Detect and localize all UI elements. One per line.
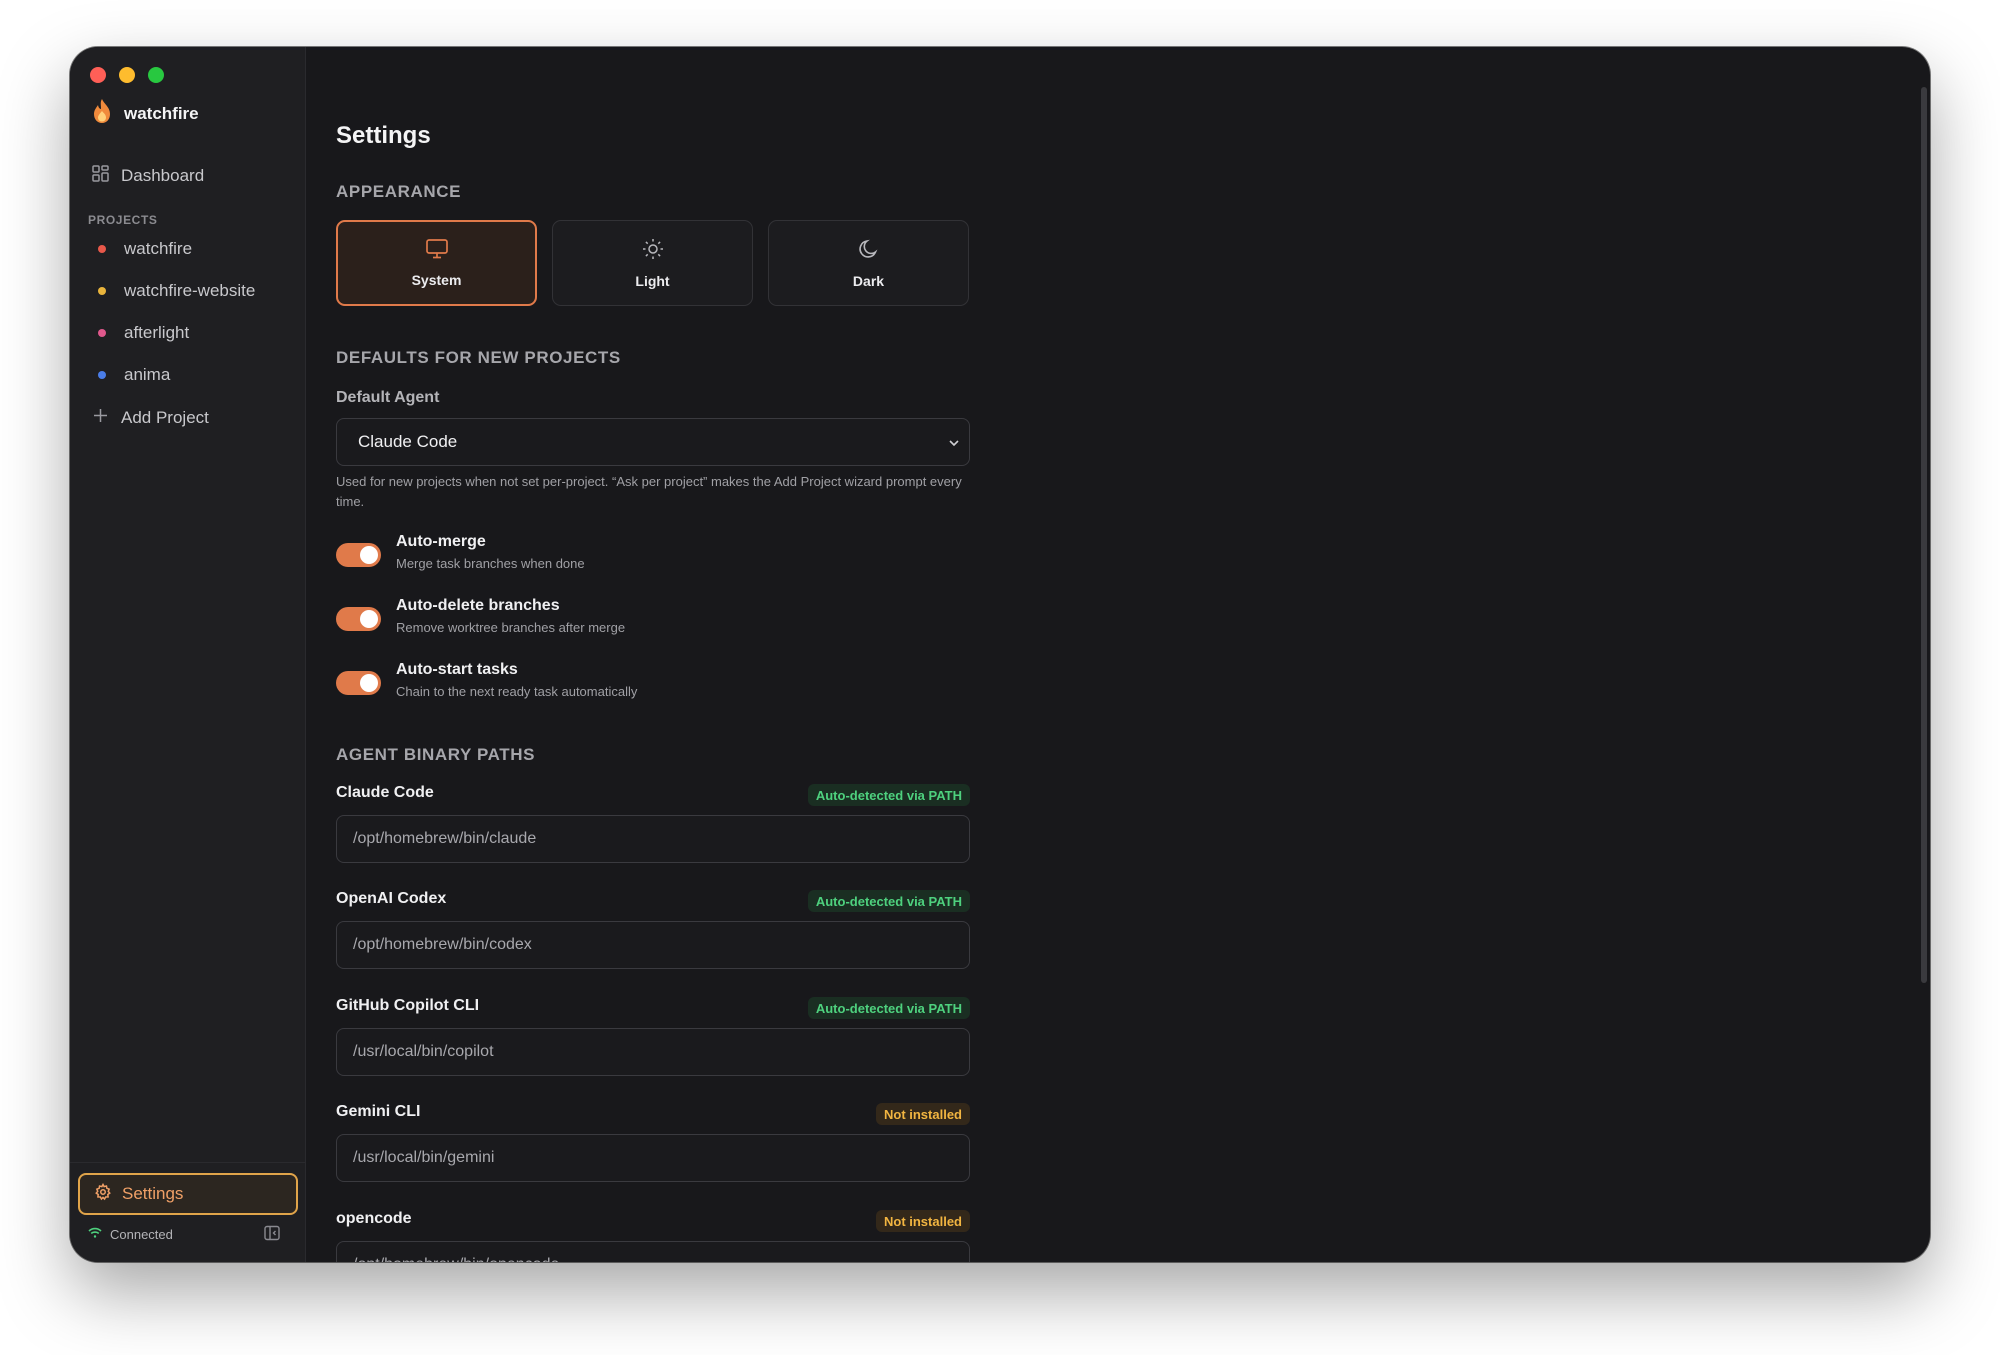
close-window-button[interactable] (90, 67, 106, 83)
settings-page: Settings APPEARANCE System Light Dark DE… (306, 47, 1930, 1262)
app-window: watchfire Dashboard PROJECTS watchfire w… (70, 47, 1930, 1262)
status-badge: Not installed (875, 1210, 970, 1232)
status-text: Connected (110, 1227, 173, 1242)
moon-icon (858, 238, 880, 263)
toggle-subtitle: Merge task branches when done (396, 556, 585, 571)
flame-logo-icon (92, 98, 112, 129)
projects-section-label: PROJECTS (88, 213, 158, 227)
page-title: Settings (336, 122, 431, 149)
status-badge: Auto-detected via PATH (807, 890, 970, 912)
scrollbar[interactable] (1921, 87, 1927, 983)
brand: watchfire (92, 98, 199, 129)
agent-name: OpenAI Codex (336, 890, 447, 907)
connection-status: Connected (88, 1227, 173, 1242)
grid-icon (92, 165, 109, 187)
appearance-heading: APPEARANCE (336, 182, 462, 201)
toggle-title: Auto-start tasks (396, 661, 518, 678)
status-badge: Not installed (875, 1103, 970, 1125)
wifi-icon (88, 1227, 102, 1242)
status-badge: Auto-detected via PATH (807, 997, 970, 1019)
sidebar-item-label: afterlight (124, 323, 190, 342)
theme-option-dark[interactable]: Dark (768, 220, 969, 306)
sidebar-item-label: anima (124, 365, 171, 384)
agent-path-input[interactable]: /opt/homebrew/bin/opencode (336, 1241, 970, 1262)
auto-delete-branches-toggle[interactable] (336, 607, 381, 631)
settings-label: Settings (122, 1184, 184, 1203)
gear-icon (94, 1182, 112, 1206)
agent-name: Gemini CLI (336, 1103, 421, 1120)
plus-icon (92, 407, 109, 429)
theme-option-label: Light (635, 272, 670, 289)
auto-merge-setting: Auto-merge Merge task branches when done (336, 533, 976, 579)
add-project-label: Add Project (121, 408, 209, 427)
auto-start-tasks-setting: Auto-start tasks Chain to the next ready… (336, 661, 976, 707)
auto-merge-toggle[interactable] (336, 543, 381, 567)
project-color-dot (98, 329, 106, 337)
sidebar-item-label: Dashboard (121, 166, 205, 185)
monitor-icon (425, 238, 448, 262)
sidebar-item-project[interactable]: watchfire (92, 239, 192, 259)
theme-option-label: System (411, 271, 462, 288)
defaults-heading: DEFAULTS FOR NEW PROJECTS (336, 348, 621, 367)
default-agent-help: Used for new projects when not set per-p… (336, 474, 962, 509)
brand-name: watchfire (124, 103, 199, 123)
sidebar-item-project[interactable]: afterlight (92, 323, 189, 343)
divider (70, 1162, 306, 1163)
toggle-subtitle: Remove worktree branches after merge (396, 620, 626, 635)
project-color-dot (98, 287, 106, 295)
sidebar: watchfire Dashboard PROJECTS watchfire w… (70, 47, 306, 1262)
agent-path-input[interactable]: /usr/local/bin/copilot (336, 1028, 970, 1076)
agent-name: opencode (336, 1210, 412, 1227)
sidebar-item-settings[interactable]: Settings (78, 1173, 298, 1215)
agent-name: Claude Code (336, 784, 434, 801)
sun-icon (642, 238, 664, 263)
sidebar-item-project[interactable]: watchfire-website (92, 281, 255, 301)
agent-path-input[interactable]: /opt/homebrew/bin/codex (336, 921, 970, 969)
minimize-window-button[interactable] (119, 67, 135, 83)
agent-path-input[interactable]: /usr/local/bin/gemini (336, 1134, 970, 1182)
zoom-window-button[interactable] (148, 67, 164, 83)
status-badge: Auto-detected via PATH (807, 784, 970, 806)
default-agent-label: Default Agent (336, 389, 440, 406)
window-controls (90, 67, 164, 83)
sidebar-item-project[interactable]: anima (92, 365, 170, 385)
agent-path-input[interactable]: /opt/homebrew/bin/claude (336, 815, 970, 863)
toggle-knob (360, 546, 378, 564)
theme-option-light[interactable]: Light (552, 220, 753, 306)
toggle-title: Auto-merge (396, 533, 486, 550)
chevron-down-icon (947, 435, 961, 455)
default-agent-select[interactable]: Claude Code (336, 418, 970, 466)
sidebar-item-dashboard[interactable]: Dashboard (92, 165, 204, 187)
sidebar-item-label: watchfire-website (124, 281, 256, 300)
toggle-knob (360, 610, 378, 628)
project-color-dot (98, 245, 106, 253)
add-project-button[interactable]: Add Project (92, 407, 209, 429)
toggle-title: Auto-delete branches (396, 597, 560, 614)
auto-delete-branches-setting: Auto-delete branches Remove worktree bra… (336, 597, 976, 643)
toggle-knob (360, 674, 378, 692)
theme-option-system[interactable]: System (336, 220, 537, 306)
default-agent-value: Claude Code (358, 432, 458, 451)
sidebar-item-label: watchfire (124, 239, 193, 258)
project-color-dot (98, 371, 106, 379)
theme-option-label: Dark (852, 272, 885, 289)
toggle-subtitle: Chain to the next ready task automatical… (396, 684, 638, 699)
agent-name: GitHub Copilot CLI (336, 997, 480, 1014)
collapse-sidebar-icon[interactable] (264, 1225, 280, 1246)
auto-start-tasks-toggle[interactable] (336, 671, 381, 695)
binary-paths-heading: AGENT BINARY PATHS (336, 745, 536, 764)
